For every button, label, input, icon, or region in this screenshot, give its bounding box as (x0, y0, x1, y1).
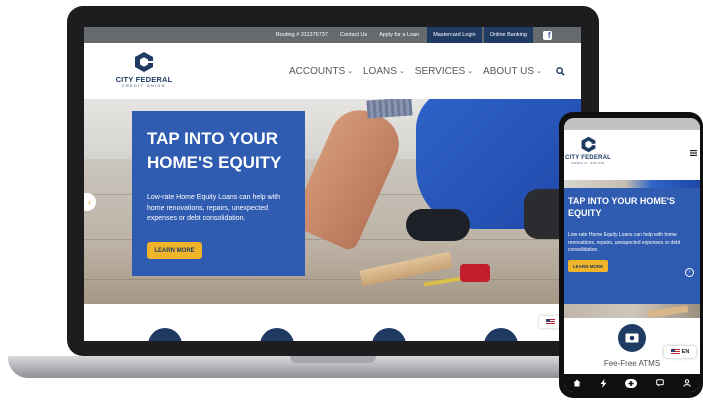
mobile-hero-title: TAP INTO YOUR HOME'S EQUITY (568, 196, 675, 218)
chevron-left-icon: ‹ (88, 197, 91, 207)
menu-services[interactable]: SERVICES ⌄ (415, 66, 473, 77)
utility-bar: Routing # 311376737 Contact Us Apply for… (84, 27, 581, 43)
logo-subtitle: CREDIT UNION (122, 84, 166, 88)
user-icon[interactable] (682, 379, 691, 387)
menu-loans-label: LOANS (363, 65, 397, 77)
mobile-header: CITY FEDERAL CREDIT UNION (564, 130, 700, 180)
hero-photo-tape-measure (460, 264, 490, 282)
hero-description: Low-rate Home Equity Loans can help with… (147, 194, 281, 222)
chevron-down-icon: ⌄ (467, 68, 474, 75)
message-icon[interactable] (656, 379, 664, 387)
mobile-hero-description: Low-rate Home Equity Loans can help with… (568, 232, 681, 253)
contact-us-link[interactable]: Contact Us (334, 27, 373, 43)
chevron-down-icon: ⌄ (398, 68, 405, 75)
mobile-logo-subtitle: CREDIT UNION (571, 161, 605, 165)
menu-loans[interactable]: LOANS ⌄ (363, 66, 405, 77)
mobile-language-selector[interactable]: EN (664, 346, 696, 358)
logo-c-icon (581, 136, 595, 153)
feature-icon-circle[interactable] (260, 328, 294, 341)
feature-icon-circle[interactable] (372, 328, 406, 341)
desktop-website: Routing # 311376737 Contact Us Apply for… (84, 27, 581, 341)
menu-accounts-label: ACCOUNTS (289, 65, 346, 77)
mobile-hero-card: TAP INTO YOUR HOME'S EQUITY Low-rate Hom… (564, 180, 700, 304)
site-logo[interactable]: CITY FEDERAL CREDIT UNION (114, 51, 174, 95)
mobile-learn-more-button[interactable]: LEARN MORE (568, 260, 608, 272)
us-flag-icon (670, 349, 680, 355)
search-icon[interactable] (556, 66, 565, 76)
mobile-feature-section: EN Fee-Free ATMS (564, 318, 700, 374)
apply-loan-link[interactable]: Apply for a Loan (373, 27, 425, 43)
mobile-hero-photo-strip (564, 180, 700, 188)
facebook-link[interactable]: f (539, 27, 555, 43)
chevron-right-icon: › (688, 269, 691, 275)
mobile-tab-bar (564, 374, 700, 392)
mobile-slider-next-button[interactable]: › (685, 268, 694, 277)
chevron-down-icon: ⌄ (535, 68, 542, 75)
logo-name: CITY FEDERAL (115, 75, 173, 84)
mobile-atm-feature[interactable] (618, 324, 646, 352)
feature-icon-circle[interactable] (148, 328, 182, 341)
home-icon[interactable] (573, 379, 581, 387)
lightning-icon[interactable] (600, 378, 607, 388)
online-banking-link[interactable]: Online Banking (483, 27, 533, 43)
logo-c-icon (135, 52, 153, 72)
menu-about-us[interactable]: ABOUT US ⌄ (483, 66, 542, 77)
mastercard-login-link[interactable]: Mastercard Login (427, 27, 482, 43)
learn-more-button[interactable]: LEARN MORE (147, 242, 202, 259)
plus-icon[interactable] (625, 378, 638, 388)
feature-icon-circle[interactable] (484, 328, 518, 341)
laptop-notch (290, 356, 376, 363)
slider-prev-button[interactable]: ‹ (84, 193, 96, 211)
language-selector[interactable] (539, 316, 561, 328)
mobile-website: CITY FEDERAL CREDIT UNION TAP INTO YOUR … (564, 118, 700, 392)
chevron-down-icon: ⌄ (347, 68, 353, 75)
main-navigation: CITY FEDERAL CREDIT UNION ACCOUNTS ⌄ LOAN… (84, 43, 581, 99)
hero-card: TAP INTO YOUR HOME'S EQUITY Low-rate Hom… (132, 111, 305, 276)
hamburger-menu-icon[interactable] (690, 150, 697, 156)
routing-number: Routing # 311376737 (275, 32, 328, 38)
menu-services-label: SERVICES (414, 65, 466, 77)
mobile-site-logo[interactable]: CITY FEDERAL CREDIT UNION (564, 136, 612, 165)
hero-photo-shirt (366, 99, 413, 119)
menu-accounts[interactable]: ACCOUNTS ⌄ (289, 66, 353, 77)
us-flag-icon (545, 319, 555, 325)
floor-line (84, 279, 581, 280)
facebook-icon: f (542, 30, 552, 40)
hero-banner: ‹ TAP INTO YOUR HOME'S EQUITY Low-rate H… (84, 99, 581, 304)
primary-menu: ACCOUNTS ⌄ LOANS ⌄ SERVICES ⌄ ABOUT US ⌄ (289, 43, 565, 99)
mobile-status-bar (564, 118, 700, 130)
hero-title: TAP INTO YOUR HOME'S EQUITY (147, 129, 282, 172)
mobile-feature-caption: Fee-Free ATMS (603, 359, 661, 368)
menu-about-us-label: ABOUT US (483, 65, 534, 77)
feature-section (84, 304, 581, 341)
language-code: EN (681, 349, 690, 355)
cash-icon (625, 333, 639, 343)
hero-photo-kneepad (406, 209, 470, 241)
